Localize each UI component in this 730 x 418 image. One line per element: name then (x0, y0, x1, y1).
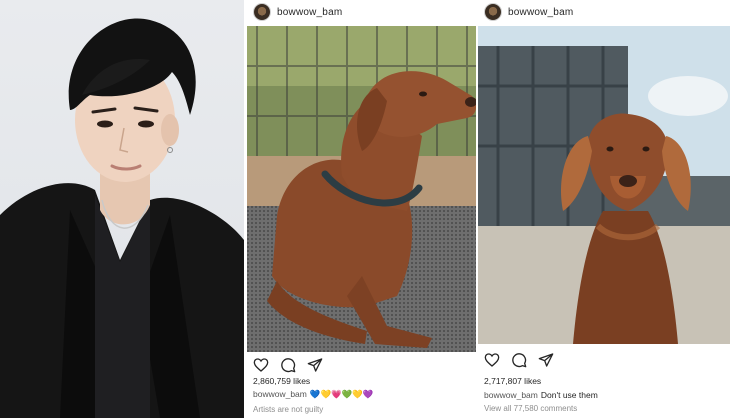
portrait-photo (0, 0, 244, 418)
caption-username[interactable]: bowwow_bam (484, 390, 538, 400)
post-photo (247, 26, 476, 352)
post-caption: bowwow_bam Don't use them (484, 390, 598, 400)
caption-subtext: Artists are not guilty (253, 405, 324, 414)
heart-icon[interactable] (253, 357, 269, 373)
instagram-post-1: bowwow_bam 2,860,759 likes bowwow_bam 💙💛… (247, 0, 476, 418)
person-portrait-image (0, 18, 244, 418)
comment-icon[interactable] (280, 357, 296, 373)
post-actions (484, 352, 554, 368)
post-username[interactable]: bowwow_bam (508, 7, 573, 18)
post-header: bowwow_bam (478, 0, 730, 24)
dog-lying-photo (247, 26, 476, 352)
heart-icon[interactable] (484, 352, 500, 368)
profile-avatar[interactable] (253, 3, 271, 21)
post-caption: bowwow_bam 💙💛💗💚💛💜 (253, 389, 373, 400)
post-actions (253, 357, 323, 373)
instagram-post-2: bowwow_bam 2,717,807 likes bowwow_bam Do… (478, 0, 730, 418)
view-comments-link[interactable]: View all 77,580 comments (484, 404, 577, 413)
caption-text: Don't use them (540, 390, 598, 400)
caption-text: 💙💛💗💚💛💜 (309, 389, 374, 399)
comment-icon[interactable] (511, 352, 527, 368)
dog-sitting-photo (478, 26, 730, 344)
profile-avatar[interactable] (484, 3, 502, 21)
post-header: bowwow_bam (247, 0, 476, 24)
likes-count[interactable]: 2,717,807 likes (484, 376, 541, 386)
caption-username[interactable]: bowwow_bam (253, 389, 307, 399)
likes-count[interactable]: 2,860,759 likes (253, 376, 310, 386)
paper-plane-icon[interactable] (307, 357, 323, 373)
post-photo (478, 26, 730, 344)
post-username[interactable]: bowwow_bam (277, 7, 342, 18)
paper-plane-icon[interactable] (538, 352, 554, 368)
